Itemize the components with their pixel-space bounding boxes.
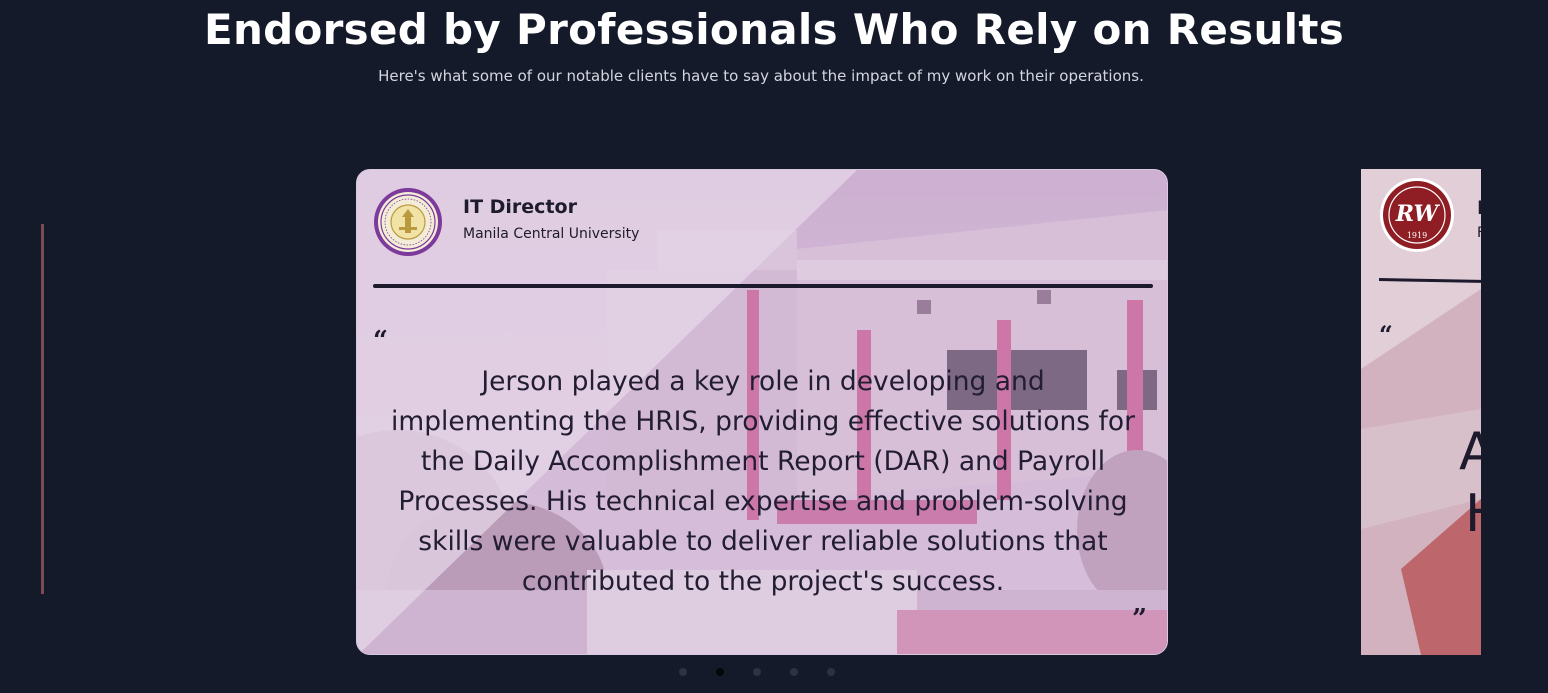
card-header: IT Director Manila Central University — [373, 186, 639, 258]
card-divider — [373, 284, 1153, 288]
testimonials-section: Endorsed by Professionals Who Rely on Re… — [0, 0, 1548, 693]
pagination-dot[interactable] — [790, 668, 798, 676]
pagination-dot[interactable] — [716, 668, 724, 676]
next-slide-organization: F — [1477, 225, 1481, 241]
pagination-dot[interactable] — [827, 668, 835, 676]
next-slide-role: I — [1477, 197, 1481, 219]
next-slide-quote-line-1: A — [1459, 422, 1481, 482]
mcu-seal-icon — [374, 188, 442, 256]
carousel-pagination — [679, 668, 835, 676]
next-slide-open-quote-icon: “ — [1379, 320, 1393, 349]
testimonial-role: IT Director — [463, 196, 577, 218]
testimonial-organization: Manila Central University — [463, 226, 640, 242]
next-slide-preview[interactable]: RW 1919 I F “ A H — [1361, 169, 1481, 655]
previous-slide-edge[interactable] — [0, 224, 44, 594]
rw-logo-letters: RW — [1395, 201, 1441, 227]
testimonial-card: IT Director Manila Central University “ … — [356, 169, 1168, 655]
testimonial-quote: Jerson played a key role in developing a… — [391, 366, 1135, 597]
rw-logo-year: 1919 — [1407, 231, 1427, 240]
pagination-dot[interactable] — [679, 668, 687, 676]
open-quote-icon: “ — [373, 326, 388, 356]
pagination-dot[interactable] — [753, 668, 761, 676]
next-slide-quote: A H — [1459, 421, 1481, 545]
close-quote-icon: ” — [1132, 604, 1147, 634]
next-slide-quote-line-2: H — [1465, 483, 1481, 545]
rw-1919-logo-icon: RW 1919 — [1380, 178, 1454, 252]
section-title: Endorsed by Professionals Who Rely on Re… — [203, 5, 1345, 54]
section-subtitle: Here's what some of our notable clients … — [378, 67, 1144, 85]
